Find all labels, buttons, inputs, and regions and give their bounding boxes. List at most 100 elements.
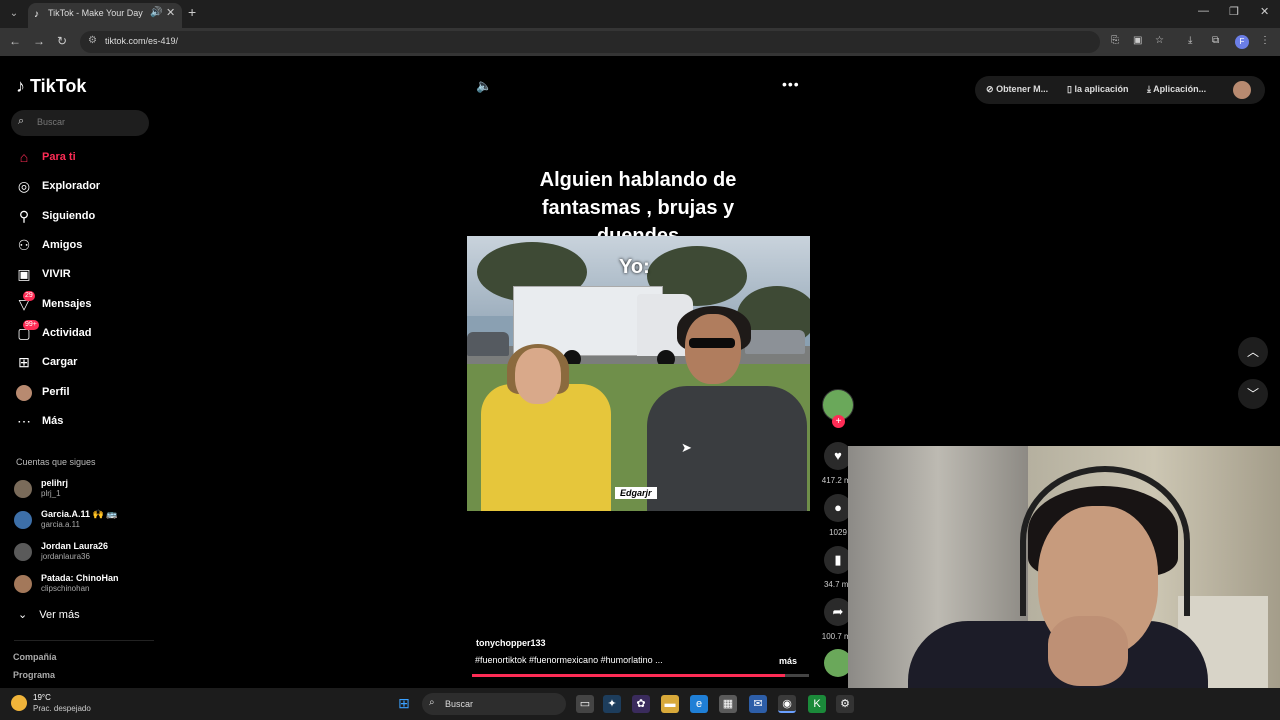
file-explorer-icon[interactable]: ▬ [661,695,679,713]
video-hashtags[interactable]: #fuenortiktok #fuenormexicano #humorlati… [475,655,663,665]
minimize-icon[interactable]: — [1198,5,1209,17]
video-woman [481,384,611,511]
sidebar-item-vivir[interactable]: ▣ VIVIR [15,264,155,286]
search-placeholder: Buscar [37,117,66,127]
windows-start-icon[interactable]: ⊞ [396,695,412,711]
video-woman-face [515,348,561,404]
footer-link-company[interactable]: Compañía [13,652,57,662]
mail-icon[interactable]: ✉ [749,695,767,713]
avatar [14,575,32,593]
sidebar-item-amigos[interactable]: ⚇ Amigos [15,235,155,257]
address-bar[interactable]: ⚙ tiktok.com/es-419/ [80,31,1100,53]
install-icon[interactable]: ▣ [1133,35,1142,46]
video-car [467,332,509,356]
search-icon: ⌕ [429,697,435,708]
get-coins-button[interactable]: ⊘ Obtener M... [986,84,1048,95]
sidebar-item-para-ti[interactable]: ⌂ Para ti [15,147,155,169]
following-section-label: Cuentas que sigues [16,457,96,467]
download-icon[interactable]: ⤓ [1188,35,1192,46]
followed-account[interactable]: Garcia.A.11 🙌 🚌 garcia.a.11 [14,507,154,535]
sidebar-item-explorador[interactable]: ◎ Explorador [15,176,155,198]
heart-icon: ♥ [834,448,842,463]
video-overlay-text: Yo: [619,256,650,278]
see-more-button[interactable]: ⌄ Ver más [18,608,80,621]
sidebar-item-mensajes[interactable]: ▽ 29 Mensajes [15,291,155,316]
browser-tab-strip: ⌄ ♪ TikTok - Make Your Day 🔊 ✕ + — ❐ ✕ [0,0,1280,28]
search-input[interactable]: ⌕ Buscar [11,110,149,136]
sidebar-item-cargar[interactable]: ⊞ Cargar [15,352,155,374]
browser-tab[interactable]: ♪ TikTok - Make Your Day 🔊 ✕ [28,3,182,28]
more-options-icon[interactable]: ••• [782,76,800,92]
taskbar-search[interactable]: ⌕ Buscar [422,693,566,715]
bookmark-icon: ▮ [834,552,842,567]
sidebar-item-siguiendo[interactable]: ⚲ Siguiendo [15,206,155,228]
caption-more-button[interactable]: más [779,656,797,666]
tab-title: TikTok - Make Your Day [48,8,143,18]
browser-toolbar: ← → ↻ ⚙ tiktok.com/es-419/ ⎘ ▣ ☆ ⤓ ⧉ ⋮ [0,28,1280,56]
sidebar-item-perfil[interactable]: Perfil [15,382,155,404]
store-icon[interactable]: ▦ [719,695,737,713]
video-player[interactable]: Yo: Edgarjr [467,236,810,511]
menu-kebab-icon[interactable]: ⋮ [1260,35,1270,46]
chrome-icon[interactable]: ◉ [778,695,796,713]
chevron-down-icon: ﹀ [1246,387,1259,401]
reload-icon[interactable]: ↻ [57,34,67,48]
app-icon[interactable]: ⚙ [836,695,854,713]
comment-icon: ● [834,500,842,515]
footer-link-program[interactable]: Programa [13,670,55,680]
tab-audio-icon[interactable]: 🔊 [150,7,162,18]
tab-close-icon[interactable]: ✕ [166,6,175,19]
task-view-icon[interactable]: ▭ [576,695,594,713]
site-info-icon[interactable]: ⚙ [88,35,97,46]
messages-badge: 29 [23,291,35,301]
browser-profile-avatar[interactable]: F [1235,35,1249,49]
weather-temperature[interactable]: 19°C [33,693,51,702]
video-progress-bar[interactable] [472,674,809,677]
tab-search-icon[interactable]: ⌄ [6,6,22,22]
forward-icon[interactable]: → [33,34,45,48]
app-button[interactable]: ▯ la aplicación [1067,84,1129,95]
sidebar-item-mas[interactable]: ⋯ Más [15,411,155,433]
follow-plus-icon[interactable]: + [832,415,845,428]
new-tab-icon[interactable]: + [188,4,196,20]
next-video-button[interactable]: ﹀ [1238,379,1268,409]
video-author[interactable]: tonychopper133 [476,638,546,648]
activity-badge: 99+ [23,320,39,330]
sidebar-item-label: Mensajes [42,298,92,310]
sidebar-item-actividad[interactable]: ▢ 99+ Actividad [15,320,155,345]
translate-icon[interactable]: ⎘ [1111,35,1119,46]
video-man-face [685,314,741,384]
download-app-button[interactable]: ⤓ Aplicación... [1147,84,1206,95]
friends-icon: ⚇ [17,237,31,253]
account-name: pelihrj [41,478,69,488]
user-avatar[interactable] [1233,81,1251,99]
download-app-label: Aplicación... [1153,84,1207,94]
upload-icon: ⊞ [18,354,30,370]
extensions-icon[interactable]: ⧉ [1212,35,1219,46]
volume-icon[interactable]: 🔈 [476,78,492,94]
app-label: la aplicación [1074,84,1129,94]
followed-account[interactable]: pelihrj plrj_1 [14,476,154,504]
account-handle: jordanlaura36 [41,552,90,561]
kick-icon[interactable]: K [808,695,826,713]
sidebar-item-label: Actividad [42,327,92,339]
weather-description[interactable]: Prac. despejado [33,704,91,713]
maximize-icon[interactable]: ❐ [1229,5,1239,18]
weather-sun-icon[interactable] [11,695,27,711]
widgets-icon[interactable]: ✦ [603,695,621,713]
tiktok-logo[interactable]: ♪ TikTok [16,76,86,97]
more-icon: ⋯ [17,413,31,429]
video-man [647,386,807,511]
mouse-cursor-icon: ➤ [681,440,692,455]
video-progress-fill [472,674,786,677]
chevron-down-icon: ⌄ [18,609,28,621]
window-close-icon[interactable]: ✕ [1260,5,1269,18]
profile-avatar [16,385,32,401]
bookmark-star-icon[interactable]: ☆ [1155,35,1164,46]
edge-icon[interactable]: e [690,695,708,713]
copilot-icon[interactable]: ✿ [632,695,650,713]
followed-account[interactable]: Patada: ChinoHan clipschinohan [14,571,154,599]
followed-account[interactable]: Jordan Laura26 jordanlaura36 [14,539,154,567]
back-icon[interactable]: ← [9,34,21,48]
previous-video-button[interactable]: ︿ [1238,337,1268,367]
